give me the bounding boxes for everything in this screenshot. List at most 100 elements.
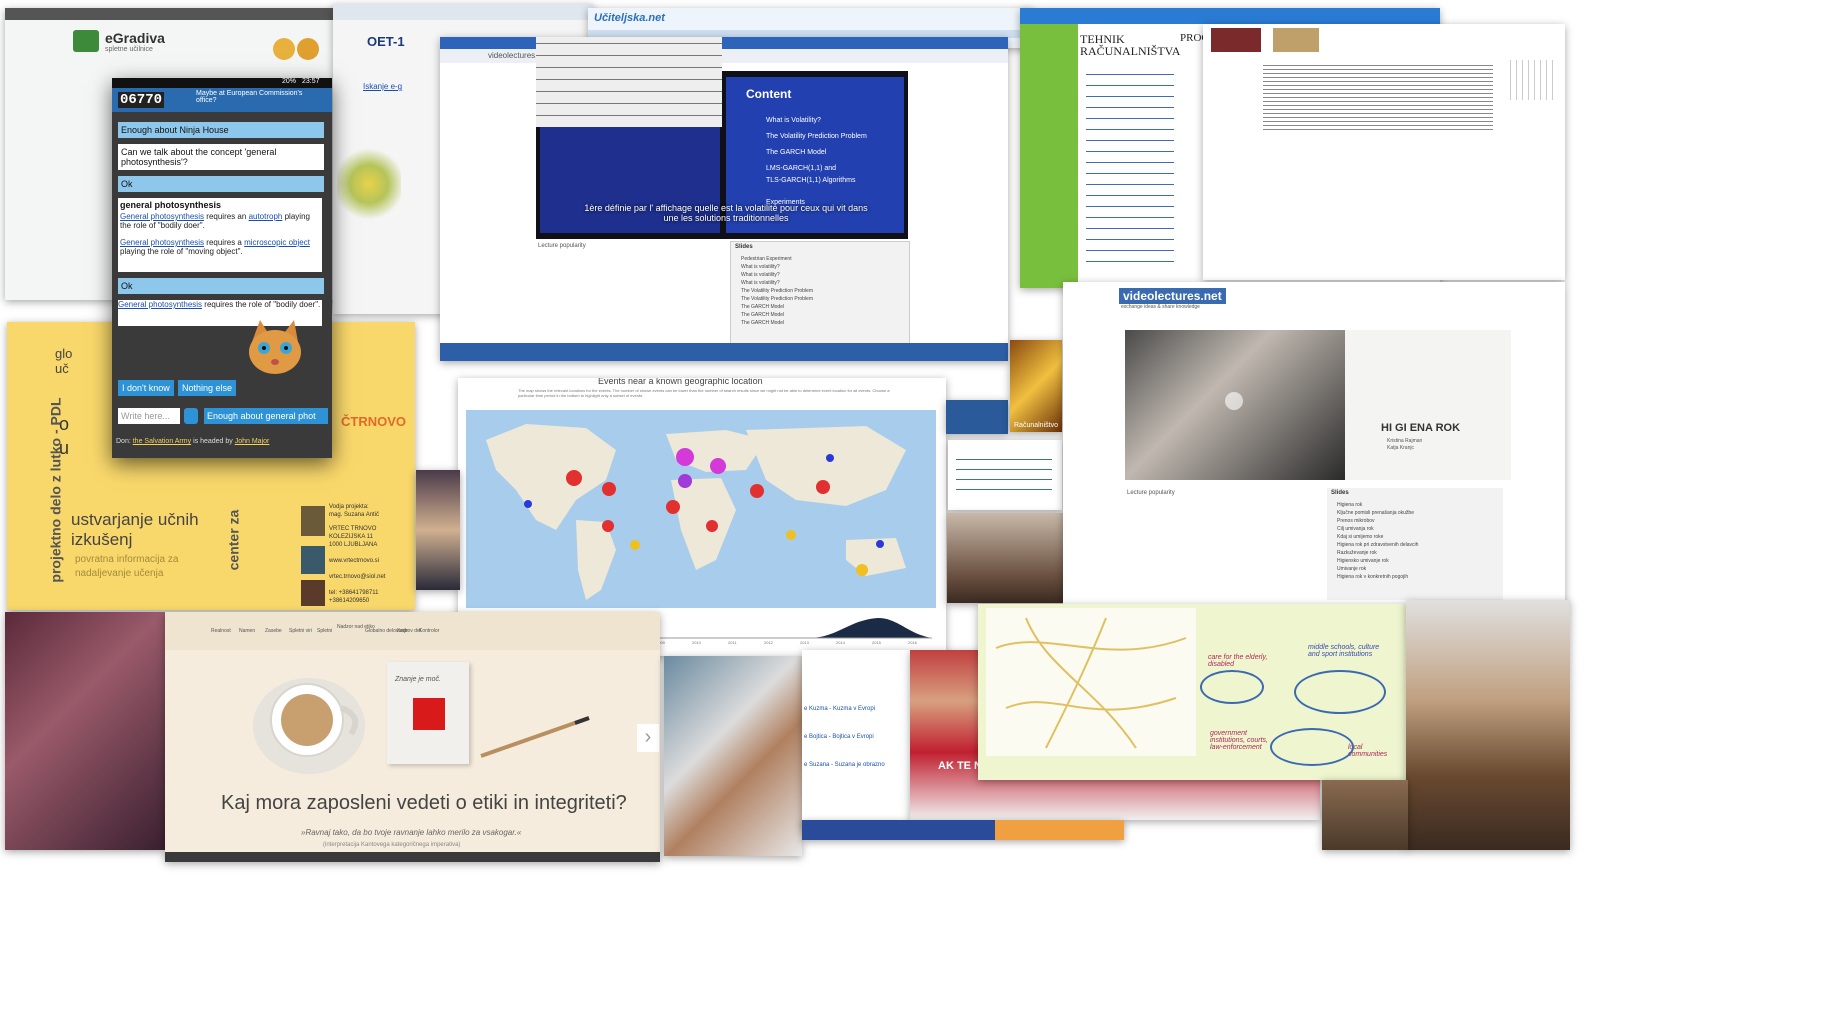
map-cluster[interactable] bbox=[710, 458, 726, 474]
phone-clock: 23:57 bbox=[302, 78, 320, 85]
bubble-ok-2: Ok bbox=[118, 278, 324, 294]
mid-list-item[interactable]: e Kuzma - Kuzma v Evropi bbox=[804, 706, 875, 712]
slide-row[interactable]: The GARCH Model bbox=[741, 320, 784, 326]
contact-photo-2 bbox=[301, 546, 325, 574]
play-icon[interactable] bbox=[1225, 392, 1243, 410]
lecture2-author: Kristina Rajman bbox=[1387, 438, 1423, 444]
chevron-right-icon[interactable]: › bbox=[637, 724, 659, 752]
ethics-tab[interactable]: Kontrolor bbox=[419, 628, 439, 634]
fact-link-1[interactable]: General photosynthesis bbox=[120, 212, 204, 221]
egradiva-title: eGradiva bbox=[105, 30, 165, 46]
lecture2-slide-row[interactable]: Kdaj si umijemo roke bbox=[1337, 534, 1383, 540]
map-cluster[interactable] bbox=[786, 530, 796, 540]
poster-left-frag: glo uč bbox=[55, 346, 73, 376]
map-cluster[interactable] bbox=[876, 540, 884, 548]
map-cluster[interactable] bbox=[666, 500, 680, 514]
slide-item: The Volatility Prediction Problem bbox=[766, 133, 867, 140]
lecture2-slide-row[interactable]: Higiena rok bbox=[1337, 502, 1362, 508]
chat-input[interactable]: Write here... bbox=[118, 408, 180, 424]
ethics-tab[interactable]: Realnost bbox=[211, 628, 231, 634]
btn-dont-know[interactable]: I don't know bbox=[118, 380, 174, 396]
map-cluster[interactable] bbox=[678, 474, 692, 488]
lecture2-slide-row[interactable]: Umivanje rok bbox=[1337, 566, 1366, 572]
slide-row[interactable]: What is volatility? bbox=[741, 280, 780, 286]
phone-counter: 06770 bbox=[118, 92, 165, 108]
video-subtitle: 1ère définie par l' affichage quelle est… bbox=[584, 203, 868, 223]
bottom-strip bbox=[802, 820, 1124, 840]
lecture2-author-2: Katja Kranjc bbox=[1387, 445, 1414, 451]
map-cluster[interactable] bbox=[566, 470, 582, 486]
fact-obj-2[interactable]: microscopic object bbox=[244, 238, 310, 247]
lecture2-slide-row[interactable]: Higiena rok pri zdravstvenih delavcih bbox=[1337, 542, 1418, 548]
slide-row[interactable]: The GARCH Model bbox=[741, 312, 784, 318]
gold-thumb: Računalništvo bbox=[1010, 340, 1062, 432]
footer-link-2[interactable]: John Major bbox=[235, 438, 270, 445]
slide-row[interactable]: What is volatility? bbox=[741, 272, 780, 278]
phone-question: Maybe at European Commission's office? bbox=[196, 90, 303, 104]
oet-wordcloud bbox=[337, 149, 401, 219]
map-cluster[interactable] bbox=[856, 564, 868, 576]
news-thumb-lines bbox=[956, 454, 1052, 494]
slide-row[interactable]: What is volatility? bbox=[741, 264, 780, 270]
tehnik-list bbox=[1086, 68, 1174, 268]
slide-row[interactable]: The Volatility Prediction Problem bbox=[741, 296, 813, 302]
ethics-tab[interactable]: Spletni bbox=[317, 628, 332, 634]
book-red-label bbox=[413, 698, 445, 730]
moodle-calendar bbox=[1505, 60, 1555, 100]
ethics-tab[interactable]: Zasebe bbox=[265, 628, 282, 634]
desk-photo bbox=[1322, 780, 1408, 850]
lecture2-slide-row[interactable]: Higiena rok v konkretnih pogojih bbox=[1337, 574, 1408, 580]
fact-link-2[interactable]: General photosynthesis bbox=[120, 238, 204, 247]
map-cluster[interactable] bbox=[524, 500, 532, 508]
slide-row[interactable]: The Volatility Prediction Problem bbox=[741, 288, 813, 294]
lecture2-slide-row[interactable]: Cilj umivanja rok bbox=[1337, 526, 1374, 532]
mid-list-item[interactable]: e Suzana - Suzana je obrazno bbox=[804, 762, 885, 768]
world-map bbox=[466, 410, 936, 608]
mindmap-label: local communities bbox=[1348, 744, 1388, 758]
ethics-tab[interactable]: Namen bbox=[239, 628, 255, 634]
lecture2-slide-row[interactable]: Higiensko umivanje rok bbox=[1337, 558, 1389, 564]
lab-kids-photo bbox=[664, 656, 802, 856]
uciteljska-logo: Učiteljska.net bbox=[594, 12, 665, 24]
map-cluster[interactable] bbox=[706, 520, 718, 532]
map-cluster[interactable] bbox=[816, 480, 830, 494]
lecture2-slide-row[interactable]: Razkuževanje rok bbox=[1337, 550, 1377, 556]
fact-card: general photosynthesis General photosynt… bbox=[118, 198, 322, 272]
ethics-question: Kaj mora zaposleni vedeti o etiki in int… bbox=[221, 792, 627, 814]
lecture2-slide-row[interactable]: Ključne pomisli prenašanja okužbe bbox=[1337, 510, 1414, 516]
map-cluster[interactable] bbox=[676, 448, 694, 466]
footer-link-1[interactable]: the Salvation Army bbox=[133, 438, 191, 445]
oet-link[interactable]: Iskanje e-g bbox=[363, 82, 402, 91]
btn-enough-general[interactable]: Enough about general phot bbox=[204, 408, 328, 424]
btn-nothing-else[interactable]: Nothing else bbox=[178, 380, 237, 396]
map-cluster[interactable] bbox=[826, 454, 834, 462]
mid-list-item[interactable]: e Bojtica - Bojtica v Evropi bbox=[804, 734, 874, 740]
map-cluster[interactable] bbox=[602, 520, 614, 532]
fact-obj-1[interactable]: autotroph bbox=[249, 212, 283, 221]
ethics-tab[interactable]: Spletni viri bbox=[289, 628, 312, 634]
contact-photo-1 bbox=[301, 506, 325, 536]
gold-thumb-label: Računalništvo bbox=[1014, 422, 1058, 429]
slide-item: The GARCH Model bbox=[766, 149, 827, 156]
egradiva-subtitle: spletne učilnice bbox=[105, 46, 153, 53]
oet-header bbox=[333, 4, 593, 20]
tehnik-sidebar bbox=[1020, 24, 1078, 288]
map-cluster[interactable] bbox=[602, 482, 616, 496]
fact-link-3[interactable]: General photosynthesis bbox=[118, 300, 202, 309]
footer-mid: is headed by bbox=[193, 438, 233, 445]
map-cluster[interactable] bbox=[630, 540, 640, 550]
slide-row[interactable]: The GARCH Model bbox=[741, 304, 784, 310]
mid-list: e Bojtica - Bojtica v Evropi e Kuzma - K… bbox=[802, 650, 910, 828]
map-cluster[interactable] bbox=[750, 484, 764, 498]
mic-icon[interactable] bbox=[184, 408, 198, 424]
bubble-ok: Ok bbox=[118, 176, 324, 192]
lecture2-logo: videolectures.net bbox=[1119, 288, 1226, 304]
fact-end-3: the role of "bodily doer". bbox=[235, 300, 321, 309]
poster-heading-1: ustvarjanje učnih bbox=[71, 510, 199, 529]
fact-mid-2: requires a bbox=[206, 238, 242, 247]
mindmap-ellipse bbox=[1270, 728, 1354, 766]
slide-title: Content bbox=[746, 87, 792, 101]
lecture2-slide-row[interactable]: Prenos mikrobov bbox=[1337, 518, 1375, 524]
org-web: www.vrtectrnovo.si bbox=[329, 558, 380, 564]
slide-row[interactable]: Pedestrian Experiment bbox=[741, 256, 792, 262]
